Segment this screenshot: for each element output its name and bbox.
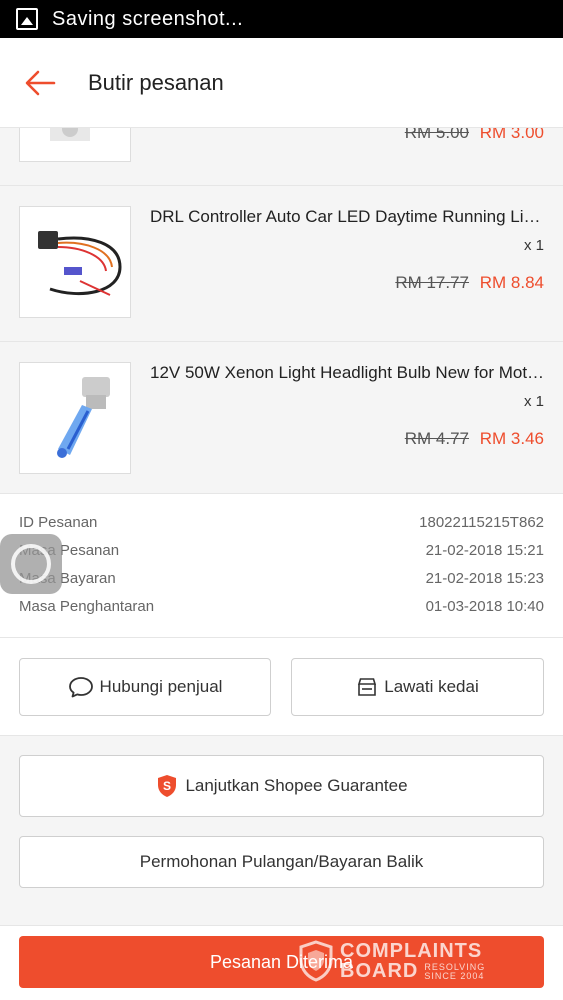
app-bar: Butir pesanan	[0, 38, 563, 128]
status-text: Saving screenshot...	[52, 7, 244, 30]
delivery-time-row: Masa Penghantaran 01-03-2018 10:40	[19, 598, 544, 615]
payment-time-row: Masa Bayaran 21-02-2018 15:23	[19, 570, 544, 587]
shield-icon	[299, 940, 333, 982]
detail-value: 18022115215T862	[419, 514, 544, 531]
item-prices: RM 17.77 RM 8.84	[395, 273, 544, 293]
seller-actions: Hubungi penjual Lawati kedai	[0, 638, 563, 735]
product-thumbnail	[19, 362, 131, 474]
product-quantity: x 1	[523, 393, 544, 410]
ring-icon	[11, 544, 51, 584]
refund-request-button[interactable]: Permohonan Pulangan/Bayaran Balik	[19, 836, 544, 888]
order-item[interactable]: DRL Controller Auto Car LED Daytime Runn…	[0, 185, 563, 335]
extend-guarantee-button[interactable]: S Lanjutkan Shopee Guarantee	[19, 755, 544, 817]
order-item[interactable]: RM 5.00 RM 3.00	[0, 128, 563, 178]
refund-request-label: Permohonan Pulangan/Bayaran Balik	[139, 852, 424, 871]
detail-label: ID Pesanan	[19, 514, 98, 531]
watermark-line1: COMPLAINTS	[340, 940, 483, 962]
svg-text:S: S	[163, 779, 171, 793]
visit-shop-button[interactable]: Lawati kedai	[291, 658, 544, 716]
watermark-line4: SINCE 2004	[424, 971, 485, 981]
shield-icon: S	[158, 775, 177, 797]
status-bar: Saving screenshot...	[0, 0, 563, 38]
detail-label: Masa Penghantaran	[19, 598, 155, 615]
original-price: RM 5.00	[404, 128, 470, 142]
page-title: Butir pesanan	[88, 69, 224, 95]
product-name: DRL Controller Auto Car LED Daytime Runn…	[150, 207, 545, 226]
chat-icon	[68, 677, 93, 698]
sale-price: RM 3.46	[479, 429, 544, 448]
order-item[interactable]: 12V 50W Xenon Light Headlight Bulb New f…	[0, 341, 563, 493]
product-name: 12V 50W Xenon Light Headlight Bulb New f…	[150, 363, 545, 382]
arrow-left-icon	[25, 70, 56, 95]
order-time-row: Masa Pesanan 21-02-2018 15:21	[19, 542, 544, 559]
item-prices: RM 5.00 RM 3.00	[405, 128, 544, 143]
sale-price: RM 8.84	[479, 273, 544, 292]
detail-value: 01-03-2018 10:40	[425, 598, 544, 615]
detail-value: 21-02-2018 15:23	[425, 570, 544, 587]
detail-value: 21-02-2018 15:21	[425, 542, 544, 559]
assistive-touch-button[interactable]	[0, 534, 62, 594]
watermark-line2: BOARD	[340, 960, 419, 982]
back-button[interactable]	[0, 38, 80, 128]
item-prices: RM 4.77 RM 3.46	[405, 429, 544, 449]
original-price: RM 17.77	[395, 273, 470, 292]
shop-icon	[358, 678, 377, 696]
visit-shop-label: Lawati kedai	[384, 677, 479, 696]
order-detail-scroll[interactable]: RM 5.00 RM 3.00 DRL Controller Auto Car …	[0, 128, 563, 1000]
contact-seller-label: Hubungi penjual	[99, 677, 223, 696]
order-details: ID Pesanan 18022115215T862 Masa Pesanan …	[0, 493, 563, 638]
image-icon	[16, 8, 38, 30]
extend-guarantee-label: Lanjutkan Shopee Guarantee	[185, 776, 408, 795]
product-quantity: x 1	[523, 237, 544, 254]
product-thumbnail	[19, 128, 131, 162]
order-id-row: ID Pesanan 18022115215T862	[19, 514, 544, 531]
guarantee-section: S Lanjutkan Shopee Guarantee Permohonan …	[0, 735, 563, 925]
contact-seller-button[interactable]: Hubungi penjual	[19, 658, 271, 716]
product-thumbnail	[19, 206, 131, 318]
sale-price: RM 3.00	[479, 128, 544, 142]
original-price: RM 4.77	[404, 429, 470, 448]
watermark-logo: COMPLAINTS BOARD RESOLVING SINCE 2004	[298, 936, 528, 986]
